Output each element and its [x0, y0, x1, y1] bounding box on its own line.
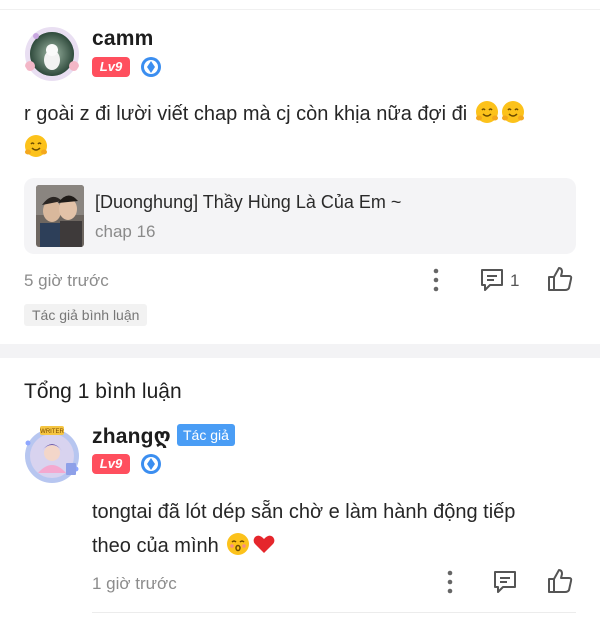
level-badge: Lv9	[92, 57, 130, 77]
comment-icon[interactable]	[479, 267, 505, 293]
hug-emoji-icon	[24, 134, 48, 158]
comment-text: r goài z đi lười viết chap mà cj còn khị…	[24, 97, 584, 165]
chapter-subtitle: chap 16	[95, 222, 156, 241]
top-divider	[0, 0, 600, 10]
chapter-title[interactable]: [Duonghung] Thầy Hùng Là Của Em ~	[95, 192, 401, 213]
hug-emoji-icon	[501, 100, 525, 124]
level-badge: Lv9	[92, 454, 130, 474]
total-replies-title: Tổng 1 bình luận	[24, 380, 182, 403]
author-commented-tag: Tác giả bình luận	[24, 304, 148, 326]
hug-emoji-icon	[475, 100, 499, 124]
author-badge: Tác giả	[177, 424, 235, 446]
avatar[interactable]	[22, 26, 82, 82]
reply-divider	[92, 612, 576, 613]
chapter-card[interactable]: [Duonghung] Thầy Hùng Là Của Em ~ chap 1…	[24, 178, 576, 254]
kiss-emoji-icon	[226, 532, 250, 556]
reply-text-line: tongtai đã lót dép sẵn chờ e làm hành độ…	[92, 501, 516, 523]
like-icon[interactable]	[546, 265, 574, 293]
more-vertical-icon[interactable]	[424, 266, 448, 294]
comment-time: 5 giờ trước	[24, 271, 109, 290]
comment-text-line: r goài z đi lười viết chap mà cj còn khị…	[24, 103, 468, 125]
section-separator	[0, 344, 600, 358]
username[interactable]: camm	[92, 27, 154, 51]
like-icon[interactable]	[546, 567, 574, 595]
heart-emoji-icon	[252, 532, 276, 556]
reply-text-line: theo của mình	[92, 535, 219, 557]
avatar[interactable]: WRITER	[20, 423, 84, 485]
reply-count: 1	[510, 271, 520, 290]
chapter-thumbnail	[36, 185, 84, 247]
more-vertical-icon[interactable]	[438, 568, 462, 596]
gem-icon	[140, 56, 162, 78]
reply-time: 1 giờ trước	[92, 574, 177, 593]
username[interactable]: zhangღ	[92, 424, 171, 449]
reply-text: tongtai đã lót dép sẵn chờ e làm hành độ…	[92, 495, 576, 563]
gem-icon	[140, 453, 162, 475]
writer-frame-text: WRITER	[40, 429, 64, 435]
comment-icon[interactable]	[492, 569, 518, 595]
